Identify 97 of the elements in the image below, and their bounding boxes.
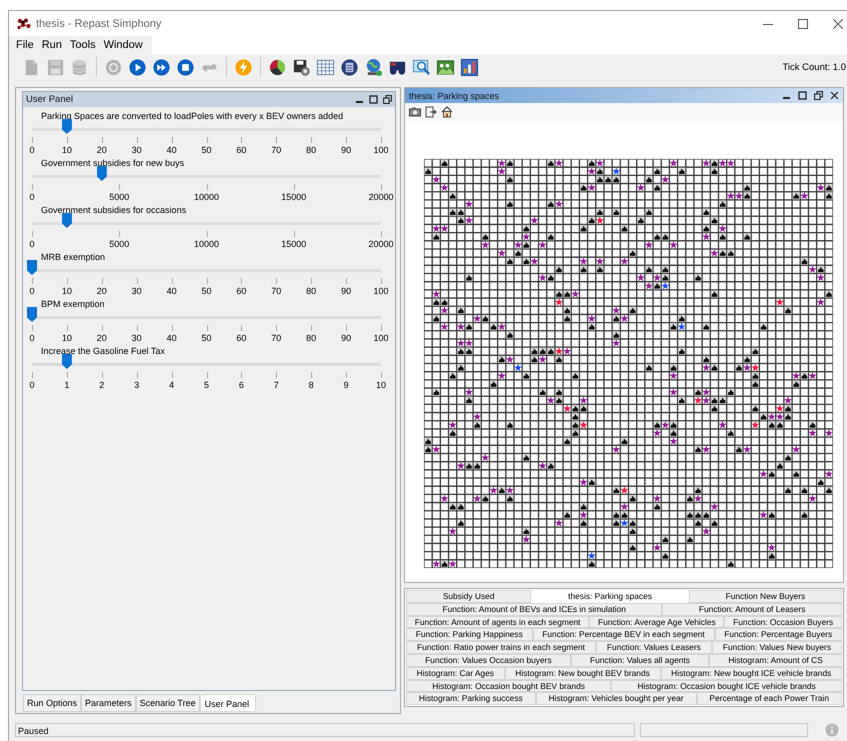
tab[interactable]: Histogram: Vehicles bought per year: [536, 692, 696, 706]
tick-label: 1: [64, 380, 70, 390]
tick-label: 20000: [368, 192, 394, 202]
tick-label: 0: [30, 239, 34, 249]
tick-label: 20000: [368, 239, 394, 249]
tab[interactable]: Function: Occasion Buyers: [724, 616, 842, 628]
tab[interactable]: Function New Buyers: [688, 590, 842, 603]
menu-item[interactable]: File: [13, 39, 39, 51]
tick-count: Tick Count: 1.0: [782, 62, 847, 72]
tick-label: 30: [132, 333, 142, 343]
tick-label: 100: [373, 145, 389, 155]
tab[interactable]: Function: Ratio power trains in each segment: [406, 641, 596, 654]
tick-label: 40: [166, 333, 177, 343]
tick-label: 80: [306, 286, 316, 296]
tab[interactable]: Parameters: [81, 694, 136, 712]
tab[interactable]: Function: Average Age Vehicles: [589, 616, 724, 628]
tab[interactable]: Function: Parking Happiness: [406, 628, 533, 642]
tab[interactable]: Scenario Tree: [136, 694, 200, 712]
tick-label: 60: [236, 333, 246, 343]
tick-label: 20: [96, 333, 107, 343]
tab[interactable]: Histogram: Occasion bought BEV brands: [406, 680, 612, 692]
tick-label: 15000: [281, 239, 306, 249]
slider-label: Government subsidies for occasions: [40, 204, 188, 216]
menu-item[interactable]: Tools: [66, 39, 101, 51]
tick-label: 100: [373, 286, 389, 296]
tick-label: 5000: [109, 192, 130, 202]
tick-label: 4: [169, 380, 174, 390]
panel-title: thesis: Parking spaces: [409, 90, 500, 100]
tick-label: 0: [30, 333, 34, 343]
tab[interactable]: Function: Values New buyers: [712, 641, 842, 654]
tab[interactable]: Function: Percentage Buyers: [714, 628, 842, 642]
tick-label: 20: [96, 286, 107, 296]
tab[interactable]: Histogram: Parking success: [406, 692, 536, 706]
tick-label: 6: [238, 380, 244, 390]
tab[interactable]: Histogram: New bought ICE vehicle brands: [660, 666, 842, 680]
tick-label: 80: [306, 333, 316, 343]
tick-label: 100: [373, 333, 389, 343]
tab[interactable]: Function: Amount of agents in each segment: [406, 616, 590, 628]
window-title: thesis - Repast Simphony: [36, 18, 162, 30]
tick-label: 70: [271, 286, 282, 296]
tick-label: 7: [274, 380, 279, 390]
tab[interactable]: Function: Values all agents: [570, 654, 710, 667]
panel-title: User Panel: [26, 94, 73, 105]
tab[interactable]: Run Options: [23, 694, 82, 712]
tick-label: 3: [134, 380, 140, 390]
slider-label: BPM exemption: [40, 298, 106, 310]
tick-label: 60: [236, 145, 246, 155]
tab[interactable]: Function: Amount of Leasers: [662, 602, 842, 616]
tick-label: 30: [132, 286, 142, 296]
tick-label: 10000: [194, 239, 220, 249]
tick-label: 9: [344, 380, 349, 390]
tick-label: 50: [202, 286, 212, 296]
slider-label: Parking Spaces are converted to loadPoles with every x BEV owners added: [40, 110, 344, 122]
tick-label: 60: [236, 286, 246, 296]
tick-label: 0: [30, 192, 34, 202]
slider-label: Government subsidies for new buys: [40, 157, 186, 169]
menu-item[interactable]: Window: [100, 39, 148, 51]
tick-label: 20: [96, 145, 107, 155]
tab[interactable]: Histogram: Amount of CS: [709, 654, 842, 667]
tab[interactable]: Function: Values Occasion buyers: [406, 654, 571, 667]
tab[interactable]: Subsidy Used: [406, 590, 532, 603]
status-field: Paused: [15, 722, 635, 736]
tab[interactable]: Histogram: New bought BEV brands: [504, 666, 660, 680]
tick-label: 90: [341, 286, 352, 296]
tick-label: 70: [271, 333, 282, 343]
tab[interactable]: User Panel: [200, 694, 256, 712]
tick-label: 90: [341, 145, 352, 155]
tick-label: 30: [132, 145, 142, 155]
tick-label: 10000: [194, 192, 220, 202]
tick-label: 0: [30, 145, 34, 155]
tick-label: 0: [30, 286, 34, 296]
slider-label: Increase the Gasoline Fuel Tax: [40, 345, 166, 357]
tab[interactable]: Histogram: Car Ages: [406, 666, 505, 680]
tick-label: 10: [376, 380, 386, 390]
tick-label: 40: [166, 145, 177, 155]
tick-label: 8: [308, 380, 314, 390]
tick-label: 90: [341, 333, 352, 343]
tick-label: 10: [62, 286, 72, 296]
tick-label: 5: [204, 380, 209, 390]
tab[interactable]: Function: Percentage BEV in each segment: [532, 628, 714, 642]
tick-label: 50: [202, 333, 212, 343]
tick-label: 5000: [109, 239, 130, 249]
menu-item[interactable]: Run: [38, 39, 67, 51]
tick-label: 80: [306, 145, 316, 155]
tick-label: 50: [202, 145, 212, 155]
tab[interactable]: Histogram: Occasion bought ICE vehicle brands: [611, 680, 842, 692]
tick-label: 2: [99, 380, 104, 390]
tick-label: 10: [62, 145, 72, 155]
tab[interactable]: Function: Values Leasers: [596, 641, 712, 654]
tab[interactable]: Percentage of each Power Train: [696, 692, 842, 706]
slider-label: MRB exemption: [40, 251, 106, 263]
tab[interactable]: Function: Amount of BEVs and ICEs in simulation: [406, 602, 662, 616]
tick-label: 70: [271, 145, 282, 155]
tick-label: 40: [166, 286, 177, 296]
tick-label: 0: [30, 380, 34, 390]
tick-label: 10: [62, 333, 72, 343]
tick-label: 15000: [281, 192, 306, 202]
